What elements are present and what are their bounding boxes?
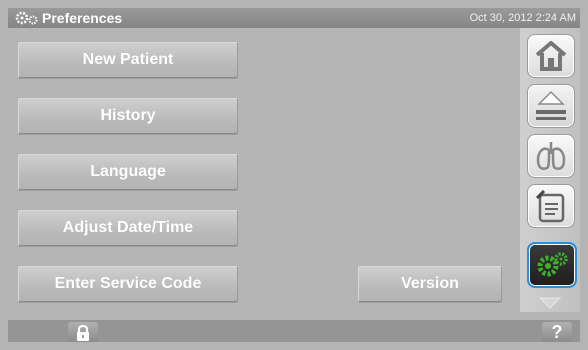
- home-icon: [535, 41, 567, 71]
- adjust-datetime-button[interactable]: Adjust Date/Time: [18, 210, 238, 246]
- lungs-icon: [536, 142, 566, 170]
- preferences-button[interactable]: [527, 242, 577, 288]
- notes-icon: [535, 189, 565, 223]
- gears-icon: [537, 252, 568, 277]
- sidebar-nav: [520, 28, 580, 312]
- home-button[interactable]: [527, 34, 575, 78]
- new-patient-button[interactable]: New Patient: [18, 42, 238, 78]
- lock-icon: [77, 324, 89, 341]
- notes-button[interactable]: [527, 184, 575, 228]
- bottom-bar: ?: [8, 320, 580, 342]
- history-button[interactable]: History: [18, 98, 238, 134]
- eject-icon: [536, 90, 566, 120]
- help-button[interactable]: ?: [542, 322, 572, 342]
- scroll-down-arrow-icon[interactable]: [538, 296, 562, 310]
- title-bar: Preferences Oct 30, 2012 2:24 AM: [8, 8, 580, 28]
- lungs-button[interactable]: [527, 134, 575, 178]
- version-button[interactable]: Version: [358, 266, 502, 302]
- enter-service-code-button[interactable]: Enter Service Code: [18, 266, 238, 302]
- lock-button[interactable]: [68, 322, 98, 342]
- language-button[interactable]: Language: [18, 154, 238, 190]
- gears-icon: [15, 11, 38, 25]
- main-panel: New Patient History Language Adjust Date…: [8, 28, 520, 312]
- eject-button[interactable]: [527, 84, 575, 128]
- page-title: Preferences: [42, 10, 123, 26]
- datetime-display: Oct 30, 2012 2:24 AM: [469, 12, 576, 24]
